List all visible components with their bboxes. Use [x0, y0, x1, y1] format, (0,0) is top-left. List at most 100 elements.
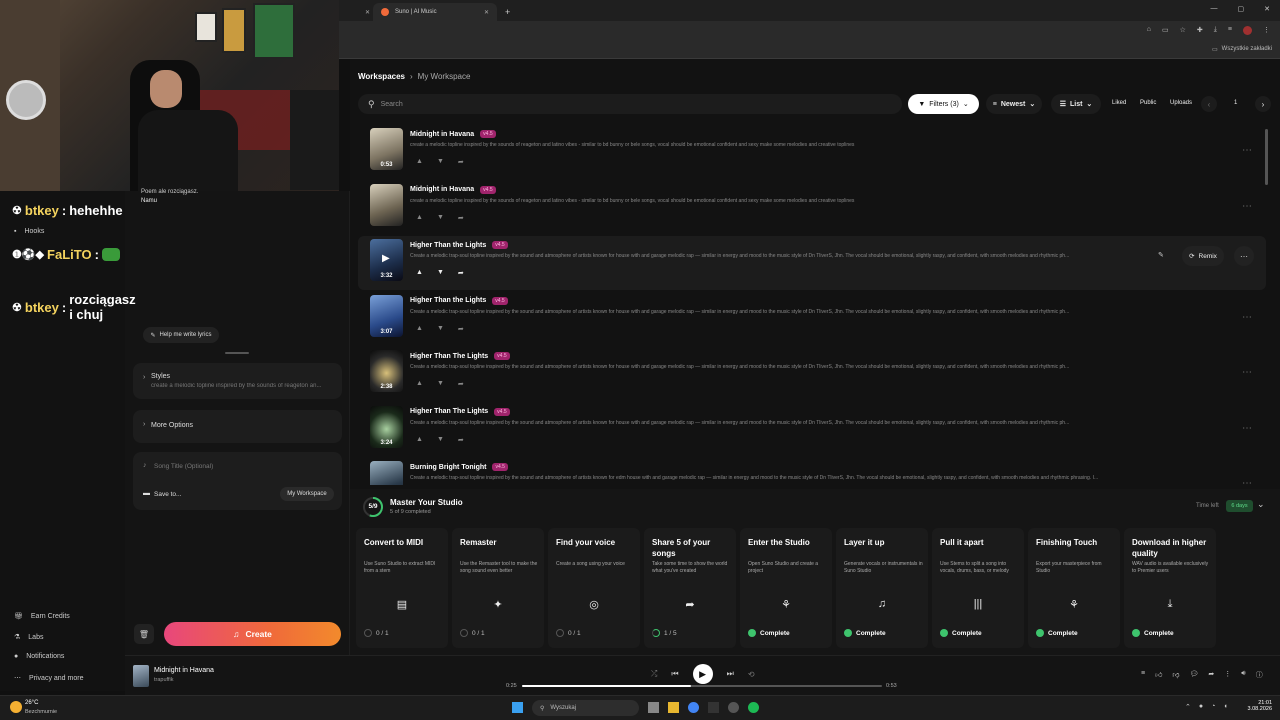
hooks-item[interactable]: ▪ Hooks [14, 228, 44, 235]
studio-task-card[interactable]: Remaster Use the Remaster tool to make t… [452, 528, 544, 648]
thumb-down-icon[interactable]: ▼ [437, 380, 444, 388]
view-select[interactable]: ☰ List ⌄ [1051, 94, 1101, 114]
more-options-icon[interactable]: ⋯ [1242, 312, 1252, 323]
extensions-icon[interactable]: ✚ [1197, 26, 1203, 35]
prev-page-button[interactable]: ‹ [1201, 96, 1217, 112]
tab-suno[interactable]: Suno | AI Music ✕ [373, 3, 497, 21]
nav-privacy[interactable]: ⋯ Privacy and more [14, 674, 83, 683]
repeat-icon[interactable]: ⟲ [748, 670, 755, 679]
song-cover[interactable] [370, 183, 403, 226]
more-options-icon[interactable]: ⋯ [1242, 478, 1252, 485]
star-icon[interactable]: ☆ [1180, 26, 1186, 35]
sort-select[interactable]: ≡ Newest ⌄ [986, 94, 1042, 114]
lyrics-text[interactable]: Poem ale rozciągasz. [141, 189, 198, 195]
next-icon[interactable]: ⏭ [727, 669, 734, 679]
thumb-up-icon[interactable]: ▲ [416, 325, 423, 333]
clock[interactable]: 21:01 3.08.2026 [1240, 700, 1272, 712]
studio-task-card[interactable]: Pull it apart Use Stems to split a song … [932, 528, 1024, 648]
more-options-card[interactable]: › More Options [133, 410, 342, 443]
more-options-icon[interactable]: ⋯ [1234, 246, 1254, 266]
share-icon[interactable]: ➦ [458, 436, 464, 444]
studio-task-card[interactable]: Finishing Touch Export your masterpiece … [1028, 528, 1120, 648]
volume-icon[interactable]: ◖ [1223, 703, 1227, 711]
previous-icon[interactable]: ⏮ [671, 669, 678, 679]
song-row[interactable]: 0:53 Midnight in Havana v4.5 create a mel… [358, 125, 1266, 179]
song-cover[interactable]: 3:24 [370, 405, 403, 448]
studio-task-card[interactable]: Download in higher quality WAV audio is … [1124, 528, 1216, 648]
thumb-down-icon[interactable]: ▼ [437, 325, 444, 333]
spotify-icon[interactable] [748, 702, 759, 713]
search-input[interactable]: ⚲ Search [358, 94, 902, 114]
file-explorer-icon[interactable] [668, 702, 679, 713]
seek-bar[interactable] [522, 685, 882, 687]
share-icon[interactable]: ➦ [458, 214, 464, 222]
studio-task-card[interactable]: Find your voice Create a song using your… [548, 528, 640, 648]
thumb-down-icon[interactable]: ▼ [437, 436, 444, 444]
song-row[interactable]: 3:24 Higher Than The Lights v4.5 Create a… [358, 403, 1266, 457]
thumb-up-icon[interactable]: ▲ [416, 158, 423, 166]
player-title[interactable]: Midnight in Havana [154, 667, 214, 674]
scrollbar[interactable] [1265, 129, 1268, 185]
cast-icon[interactable]: ▭ [1162, 26, 1169, 35]
song-title[interactable]: Higher Than the Lights [410, 242, 486, 249]
menu-icon[interactable]: ≡ [1228, 26, 1232, 35]
share-icon[interactable]: ➦ [458, 269, 464, 277]
app-icon[interactable] [728, 702, 739, 713]
trash-icon[interactable]: 🗑︎ [134, 624, 154, 644]
studio-task-card[interactable]: Share 5 of your songs Take some time to … [644, 528, 736, 648]
next-page-button[interactable]: › [1255, 96, 1271, 112]
maximize-icon[interactable]: ▢ [1238, 5, 1245, 13]
public-filter[interactable]: Public [1140, 100, 1156, 106]
comment-icon[interactable]: 💬︎ [1190, 670, 1199, 680]
thumb-up-icon[interactable]: ▲ [416, 214, 423, 222]
chrome-icon[interactable] [688, 702, 699, 713]
song-title[interactable]: Higher Than The Lights [410, 408, 488, 415]
share-icon[interactable]: ➦ [1208, 670, 1214, 680]
mic-icon[interactable]: ● [1199, 703, 1203, 711]
download-icon[interactable]: ⤓ [1214, 26, 1217, 35]
shuffle-icon[interactable]: ⤮ [651, 669, 657, 679]
song-cover[interactable]: ▶ 3:32 [370, 239, 403, 281]
close-window-icon[interactable]: ✕ [1264, 5, 1270, 13]
song-row[interactable]: Burning Bright Tonight v4.5 Create a melo… [358, 458, 1266, 485]
thumb-up-icon[interactable]: 👍︎ [1155, 670, 1162, 680]
workspace-select[interactable]: My Workspace [280, 487, 334, 501]
song-row[interactable]: ▶ 3:32 Higher Than the Lights v4.5 Create… [358, 236, 1266, 290]
thumb-down-icon[interactable]: ▼ [437, 158, 444, 166]
song-title[interactable]: Midnight in Havana [410, 186, 474, 193]
player-cover[interactable] [133, 665, 149, 687]
edit-icon[interactable]: ✎ [1158, 251, 1164, 259]
thumb-down-icon[interactable]: 👎︎ [1172, 670, 1179, 680]
thumb-up-icon[interactable]: ▲ [416, 269, 423, 277]
queue-icon[interactable]: ≡ [1141, 670, 1145, 680]
liked-filter[interactable]: Liked [1112, 100, 1126, 106]
song-cover[interactable]: 2:38 [370, 350, 403, 392]
share-icon[interactable]: ➦ [458, 380, 464, 388]
minimize-icon[interactable]: — [1211, 5, 1218, 13]
lyrics-input[interactable]: Namu [141, 198, 157, 204]
styles-card[interactable]: › Styles create a melodic topline inspir… [133, 363, 342, 399]
player-artist[interactable]: trapuffik [154, 677, 173, 683]
translate-icon[interactable]: ⌂ [1147, 26, 1151, 35]
chevron-up-icon[interactable]: ⌃ [1185, 703, 1191, 711]
profile-avatar[interactable] [1243, 26, 1252, 35]
app-icon[interactable] [708, 702, 719, 713]
new-tab-icon[interactable]: + [497, 3, 518, 21]
create-button[interactable]: ♫ Create [164, 622, 341, 646]
play-button[interactable]: ▶ [692, 664, 713, 684]
studio-task-card[interactable]: Layer it up Generate vocals or instrumen… [836, 528, 928, 648]
taskbar-search[interactable]: ⚲ Wyszukaj [532, 700, 639, 716]
share-icon[interactable]: ➦ [458, 158, 464, 166]
song-cover[interactable] [370, 461, 403, 485]
help-lyrics-button[interactable]: ✎ Help me write lyrics [143, 327, 219, 343]
resize-handle[interactable] [225, 352, 249, 354]
chevron-down-icon[interactable]: ⌄ [1257, 499, 1265, 510]
all-bookmarks[interactable]: ▭ Wszystkie zakładki [1212, 46, 1272, 53]
play-icon[interactable]: ▶ [382, 253, 390, 264]
more-icon[interactable]: ⋮ [1224, 670, 1231, 680]
kebab-icon[interactable]: ⋮ [1263, 26, 1270, 35]
thumb-up-icon[interactable]: ▲ [416, 436, 423, 444]
studio-task-card[interactable]: Enter the Studio Open Suno Studio and cr… [740, 528, 832, 648]
share-icon[interactable]: ➦ [458, 325, 464, 333]
breadcrumb-root[interactable]: Workspaces [358, 72, 405, 81]
